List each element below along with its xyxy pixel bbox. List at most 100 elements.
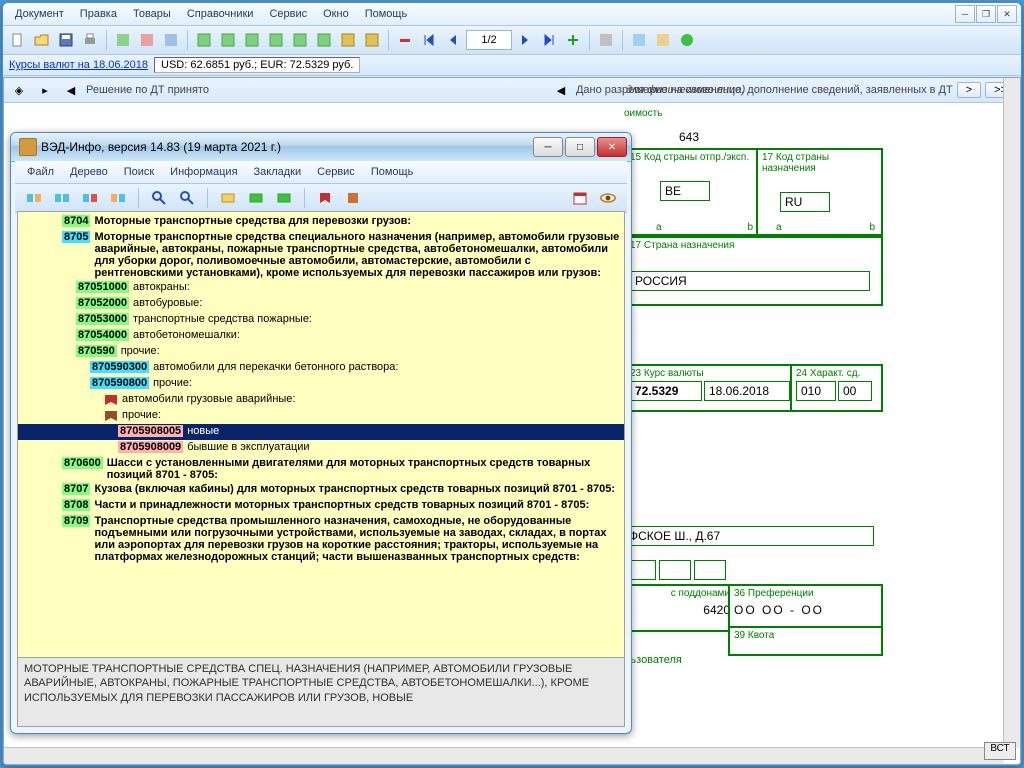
menu-service[interactable]: Сервис (261, 5, 315, 23)
tb-last[interactable] (538, 29, 560, 51)
small3[interactable] (694, 560, 726, 580)
tb-btn10[interactable] (241, 29, 263, 51)
tree-row-selected[interactable]: 8705908005новые (18, 424, 624, 440)
f36-label: 36 Преференции (734, 588, 877, 599)
menu-doc[interactable]: Документ (7, 5, 72, 23)
tree-row-870590[interactable]: 870590прочие: (18, 344, 624, 360)
f24-a[interactable] (796, 381, 836, 401)
main-menubar[interactable]: Документ Правка Товары Справочники Серви… (3, 3, 1021, 26)
small2[interactable] (659, 560, 691, 580)
f23-date[interactable] (704, 381, 790, 401)
vtb-3[interactable] (79, 187, 101, 209)
vtb-7[interactable] (273, 187, 295, 209)
tree-panel[interactable]: 8704Моторные транспортные средства для п… (17, 211, 625, 663)
book-icon (104, 410, 118, 422)
ved-close-button[interactable]: ✕ (597, 137, 627, 157)
vtb-6[interactable] (245, 187, 267, 209)
tb-btn12[interactable] (289, 29, 311, 51)
tb-prev[interactable] (442, 29, 464, 51)
tree-row-8708[interactable]: 8708Части и принадлежности моторных тран… (18, 498, 624, 514)
ved-menu-file[interactable]: Файл (19, 163, 62, 181)
mdi-restore[interactable]: ❐ (976, 5, 996, 23)
tree-row-prochie[interactable]: прочие: (18, 408, 624, 424)
tb-minus[interactable] (394, 29, 416, 51)
ved-maximize-button[interactable]: □ (565, 137, 595, 157)
rates-link[interactable]: Курсы валют на 18.06.2018 (9, 59, 148, 71)
ved-info-bar: МОТОРНЫЕ ТРАНСПОРТНЫЕ СРЕДСТВА СПЕЦ. НАЗ… (17, 657, 625, 727)
tb-plus[interactable] (562, 29, 584, 51)
tb-next[interactable] (514, 29, 536, 51)
vtb-cal[interactable] (569, 187, 591, 209)
vtb-zoomout[interactable] (176, 187, 198, 209)
vtb-book[interactable] (314, 187, 336, 209)
tb-btn21[interactable] (628, 29, 650, 51)
tb-btn8[interactable] (193, 29, 215, 51)
mdi-buttons: ─ ❐ ✕ (955, 5, 1017, 23)
f23-rate[interactable] (630, 381, 702, 401)
ved-menu-search[interactable]: Поиск (116, 163, 162, 181)
ved-minimize-button[interactable]: ─ (533, 137, 563, 157)
mdi-close[interactable]: ✕ (997, 5, 1017, 23)
tree-row-870590800[interactable]: 870590800прочие: (18, 376, 624, 392)
tree-row-8704[interactable]: 8704Моторные транспортные средства для п… (18, 214, 624, 230)
ved-menubar[interactable]: Файл Дерево Поиск Информация Закладки Се… (15, 161, 627, 184)
tree-row-8705[interactable]: 8705Моторные транспортные средства специ… (18, 230, 624, 280)
tree-row-870600[interactable]: 870600Шасси с установленными двигателями… (18, 456, 624, 482)
tb-btn7[interactable] (160, 29, 182, 51)
tree-row-8707[interactable]: 8707Кузова (включая кабины) для моторных… (18, 482, 624, 498)
f17c-value[interactable] (630, 271, 870, 291)
tree-row-87054000[interactable]: 87054000автобетономешалки: (18, 328, 624, 344)
tb-new[interactable] (7, 29, 29, 51)
tb-btn14[interactable] (337, 29, 359, 51)
tree-row-87053000[interactable]: 87053000транспортные средства пожарные: (18, 312, 624, 328)
tree-row-8709[interactable]: 8709Транспортные средства промышленного … (18, 514, 624, 564)
tb-btn22[interactable] (652, 29, 674, 51)
tree-row-gruz[interactable]: автомобили грузовые аварийные: (18, 392, 624, 408)
vtb-zoomin[interactable] (148, 187, 170, 209)
tb-btn15[interactable] (361, 29, 383, 51)
tree-row-870590300[interactable]: 870590300автомобили для перекачки бетонн… (18, 360, 624, 376)
tb-btn23[interactable] (676, 29, 698, 51)
vtb-eye[interactable] (597, 187, 619, 209)
bst-button[interactable]: ВСТ (984, 742, 1016, 760)
page-input[interactable] (466, 30, 512, 50)
ved-menu-help[interactable]: Помощь (363, 163, 422, 181)
menu-window[interactable]: Окно (315, 5, 357, 23)
form-scroll-v[interactable] (1003, 78, 1020, 748)
addr-value[interactable] (624, 526, 874, 546)
tb-open[interactable] (31, 29, 53, 51)
f17-value[interactable] (780, 192, 830, 212)
tb-btn9[interactable] (217, 29, 239, 51)
ved-toolbar (15, 184, 627, 213)
declaration-form: для физического лица) оимость 643 15 Код… (4, 78, 1004, 94)
ved-titlebar[interactable]: ВЭД-Инфо, версия 14.83 (19 марта 2021 г.… (11, 133, 631, 162)
tb-btn13[interactable] (313, 29, 335, 51)
mdi-min[interactable]: ─ (955, 5, 975, 23)
vtb-5[interactable] (217, 187, 239, 209)
ved-menu-tree[interactable]: Дерево (62, 163, 116, 181)
menu-goods[interactable]: Товары (125, 5, 179, 23)
tb-btn20[interactable] (595, 29, 617, 51)
tree-row-87052000[interactable]: 87052000автобуровые: (18, 296, 624, 312)
menu-help[interactable]: Помощь (357, 5, 416, 23)
tb-print[interactable] (79, 29, 101, 51)
form-scroll-h[interactable] (4, 747, 1004, 764)
vtb-bookalt[interactable] (342, 187, 364, 209)
tb-first[interactable] (418, 29, 440, 51)
f24-b[interactable] (838, 381, 872, 401)
tree-row-8705908009[interactable]: 8705908009бывшие в эксплуатации (18, 440, 624, 456)
tree-row-87051000[interactable]: 87051000автокраны: (18, 280, 624, 296)
ved-menu-service[interactable]: Сервис (309, 163, 363, 181)
vtb-2[interactable] (51, 187, 73, 209)
tb-btn6[interactable] (136, 29, 158, 51)
tb-btn5[interactable] (112, 29, 134, 51)
tb-save[interactable] (55, 29, 77, 51)
f15-value[interactable] (660, 181, 710, 201)
ved-menu-bookmarks[interactable]: Закладки (246, 163, 310, 181)
vtb-1[interactable] (23, 187, 45, 209)
ved-menu-info[interactable]: Информация (162, 163, 245, 181)
menu-dir[interactable]: Справочники (179, 5, 262, 23)
vtb-4[interactable] (107, 187, 129, 209)
tb-btn11[interactable] (265, 29, 287, 51)
menu-edit[interactable]: Правка (72, 5, 125, 23)
